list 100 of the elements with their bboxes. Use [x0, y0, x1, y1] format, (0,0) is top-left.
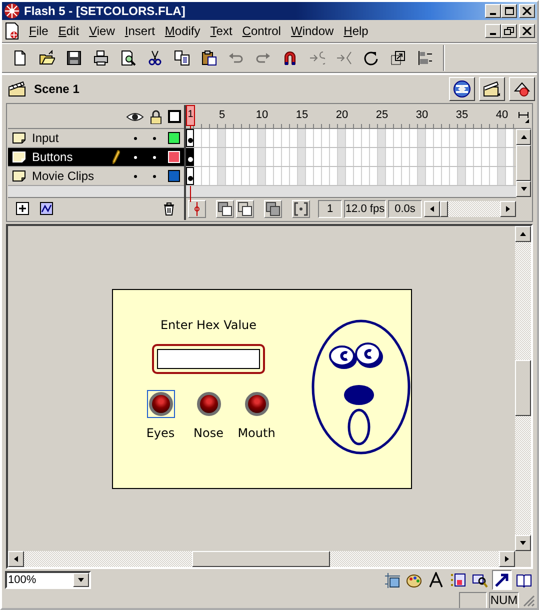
- menu-item[interactable]: Control: [237, 24, 286, 38]
- arrow-down-icon: [520, 185, 528, 193]
- straighten-icon: [336, 50, 352, 66]
- edit-scene-button[interactable]: [449, 77, 475, 101]
- menu-item[interactable]: Window: [286, 24, 339, 38]
- minimize-button[interactable]: [485, 24, 501, 38]
- scrollbar-thumb[interactable]: [192, 551, 330, 567]
- menu-item[interactable]: View: [84, 24, 120, 38]
- arrow-up-icon: [519, 230, 527, 238]
- visible-dot[interactable]: [134, 156, 137, 158]
- edit-multiple-frames-button[interactable]: [264, 200, 282, 218]
- add-layer-icon: [16, 202, 30, 216]
- close-button[interactable]: [519, 4, 535, 18]
- layer-icon: [12, 170, 26, 182]
- maximize-icon: [504, 7, 514, 15]
- unlocked-dot[interactable]: [153, 136, 156, 140]
- layer-row[interactable]: Buttons: [8, 148, 184, 167]
- status-pane: [459, 592, 487, 608]
- scroll-down-button[interactable]: [515, 535, 531, 551]
- menu-item[interactable]: Edit: [53, 24, 84, 38]
- frame-number: 15: [296, 109, 308, 121]
- frame-number: 10: [256, 109, 268, 121]
- folder-icon: [39, 50, 55, 66]
- arrow-right-icon: [504, 205, 512, 213]
- maximize-button[interactable]: [501, 4, 517, 18]
- scroll-right-button[interactable]: [500, 201, 516, 217]
- arrow-left-icon: [12, 555, 20, 563]
- onion-skin-icon: [218, 202, 232, 216]
- layer-name: Movie Clips: [32, 169, 96, 183]
- menu-item[interactable]: Modify: [160, 24, 206, 38]
- scroll-up-button[interactable]: [516, 129, 531, 145]
- scroll-left-button[interactable]: [424, 201, 440, 217]
- keyframe[interactable]: [186, 148, 194, 166]
- add-layer-button[interactable]: [14, 200, 32, 218]
- button-label: Nose: [194, 426, 224, 440]
- frame-number: 20: [336, 109, 348, 121]
- shapes-button[interactable]: [509, 77, 535, 101]
- frame-rate-field[interactable]: 12.0 fps: [344, 200, 386, 218]
- zoom-dropdown[interactable]: 100%: [5, 570, 91, 588]
- arrow-right-icon: [503, 555, 511, 563]
- menu-item[interactable]: File: [24, 24, 54, 38]
- keyframe[interactable]: [186, 167, 194, 185]
- restore-button[interactable]: [501, 24, 517, 38]
- outline-color-swatch[interactable]: [168, 170, 180, 182]
- restore-icon: [504, 27, 514, 35]
- outline-square-icon: [168, 110, 181, 123]
- actions-panel-button[interactable]: [492, 570, 512, 590]
- frame-number: 40: [496, 109, 508, 121]
- scroll-right-button[interactable]: [499, 551, 515, 567]
- layer-name: Input: [32, 131, 60, 145]
- menu-item[interactable]: Insert: [120, 24, 160, 38]
- visible-dot[interactable]: [134, 136, 137, 140]
- onion-outlines-icon: [238, 202, 252, 216]
- magnet-icon: [282, 50, 298, 66]
- letter-a-icon: [428, 572, 444, 588]
- minimize-button[interactable]: [485, 4, 501, 18]
- onion-markers-button[interactable]: [292, 200, 310, 218]
- visible-dot[interactable]: [134, 174, 137, 178]
- scroll-up-button[interactable]: [515, 226, 531, 242]
- scrollbar-thumb[interactable]: [440, 201, 448, 217]
- num-lock-indicator: NUM: [489, 592, 519, 608]
- book-icon: [516, 572, 532, 588]
- guide-layer-icon: [40, 202, 54, 216]
- frame-number: 35: [456, 109, 468, 121]
- round-button[interactable]: [146, 390, 174, 418]
- print-preview-icon: [120, 50, 136, 66]
- clapperboard-icon: [483, 81, 501, 97]
- center-frame-button[interactable]: [188, 200, 206, 218]
- center-frame-icon: [193, 202, 201, 216]
- scene-label: Scene 1: [34, 82, 80, 96]
- scale-icon: [390, 50, 406, 66]
- button-label: Mouth: [238, 426, 276, 440]
- new-file-icon: [12, 50, 28, 66]
- prompt-text: Enter Hex Value: [160, 318, 257, 332]
- onion-skin-button[interactable]: [216, 200, 234, 218]
- frame-view-icon: [518, 110, 530, 122]
- unlocked-dot[interactable]: [153, 174, 156, 178]
- elapsed-time-field: 0.0s: [388, 200, 422, 218]
- pencil-icon: [112, 150, 120, 164]
- frame-number: 25: [376, 109, 388, 121]
- close-button[interactable]: [519, 24, 535, 38]
- scrollbar-thumb[interactable]: [515, 360, 531, 416]
- outline-color-swatch[interactable]: [168, 132, 180, 144]
- copy-icon: [174, 50, 190, 66]
- globe-arrows-icon: [453, 80, 471, 98]
- menu-item[interactable]: Text: [205, 24, 238, 38]
- scrollbar-thumb[interactable]: [516, 145, 531, 181]
- scroll-down-button[interactable]: [516, 181, 531, 197]
- keyframe[interactable]: [186, 129, 194, 147]
- layer-name: Buttons: [32, 150, 74, 164]
- edit-symbols-button[interactable]: [479, 77, 505, 101]
- add-guide-layer-button[interactable]: [38, 200, 56, 218]
- rotate-icon: [363, 50, 379, 66]
- scroll-left-button[interactable]: [8, 551, 24, 567]
- close-icon: [522, 7, 532, 15]
- hex-input-field[interactable]: [152, 344, 265, 374]
- unlocked-dot[interactable]: [153, 156, 156, 158]
- onion-outlines-button[interactable]: [236, 200, 254, 218]
- menu-item[interactable]: Help: [338, 24, 374, 38]
- lock-icon: [150, 110, 162, 124]
